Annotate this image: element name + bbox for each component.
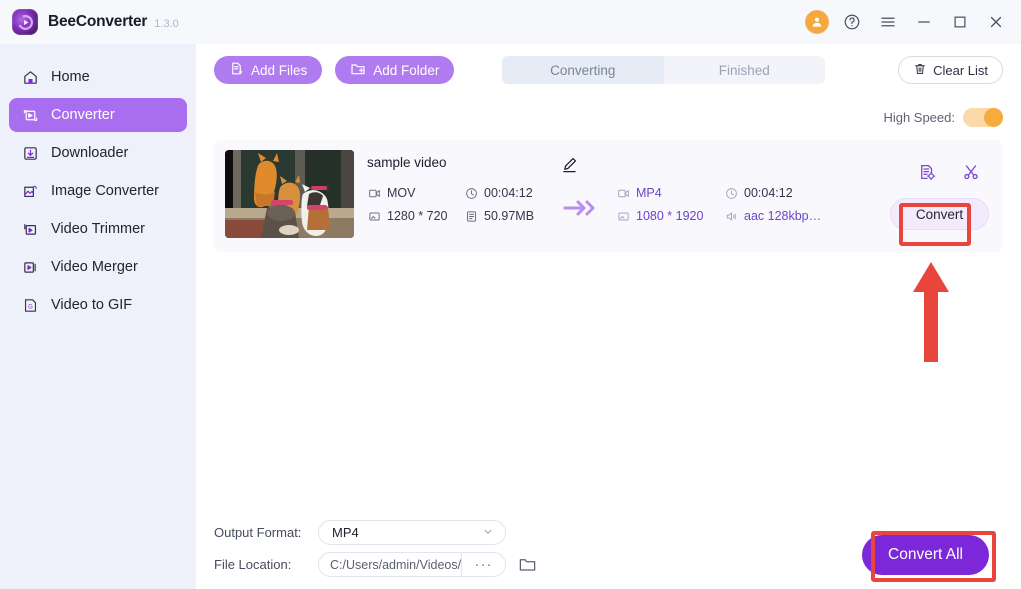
file-location-value: C:/Users/admin/Videos/: [319, 558, 461, 572]
app-version: 1.3.0: [154, 18, 178, 30]
resolution-icon: [367, 209, 381, 223]
file-location-label: File Location:: [214, 557, 308, 572]
trash-icon: [913, 62, 927, 79]
sidebar-item-home[interactable]: Home: [9, 60, 187, 94]
source-duration-value: 00:04:12: [484, 186, 533, 200]
output-format-selected-value: MP4: [332, 525, 359, 540]
file-name: sample video: [367, 155, 447, 170]
output-resolution: 1080 * 1920: [616, 209, 703, 223]
chevron-down-icon: [482, 525, 494, 540]
source-size: 50.97MB: [464, 209, 534, 223]
main-content: Add Files Add Folder Converting Finished: [196, 44, 1021, 589]
sidebar-item-label: Downloader: [51, 145, 128, 161]
app-window: BeeConverter 1.3.0: [0, 0, 1021, 589]
audio-icon: [724, 209, 738, 223]
clock-icon: [724, 186, 738, 200]
file-location-input[interactable]: C:/Users/admin/Videos/ ···: [318, 552, 506, 577]
card-action-icons: [917, 162, 981, 182]
sidebar-item-converter[interactable]: Converter: [9, 98, 187, 132]
menu-icon[interactable]: [875, 9, 901, 35]
source-format-value: MOV: [387, 186, 415, 200]
tab-converting[interactable]: Converting: [502, 56, 664, 84]
sidebar-item-label: Converter: [51, 107, 115, 123]
tab-finished[interactable]: Finished: [664, 56, 826, 84]
conversion-arrow-icon: [562, 198, 598, 218]
output-format-label: Output Format:: [214, 525, 308, 540]
sidebar-item-label: Image Converter: [51, 183, 159, 199]
source-format: MOV: [367, 186, 415, 200]
toggle-knob: [984, 108, 1003, 127]
file-location-row: File Location: C:/Users/admin/Videos/ ··…: [214, 552, 538, 577]
action-toolbar: Add Files Add Folder: [214, 56, 454, 84]
gif-icon: G: [21, 296, 40, 315]
clear-list-button[interactable]: Clear List: [898, 56, 1003, 84]
convert-button[interactable]: Convert: [890, 198, 989, 230]
source-size-value: 50.97MB: [484, 209, 534, 223]
add-files-button[interactable]: Add Files: [214, 56, 322, 84]
sidebar-item-downloader[interactable]: Downloader: [9, 136, 187, 170]
window-controls: [805, 9, 1009, 35]
sidebar-item-label: Video Trimmer: [51, 221, 145, 237]
pencil-icon[interactable]: [558, 153, 580, 175]
add-folder-icon: [350, 61, 366, 80]
sidebar-item-image-converter[interactable]: Image Converter: [9, 174, 187, 208]
sidebar: Home Converter Downloader: [0, 44, 196, 589]
sidebar-item-label: Video Merger: [51, 259, 138, 275]
merge-icon: [21, 258, 40, 277]
help-icon[interactable]: [839, 9, 865, 35]
resolution-icon: [616, 209, 630, 223]
file-size-icon: [464, 209, 478, 223]
app-logo-icon: [12, 9, 38, 35]
add-files-icon: [229, 61, 244, 79]
video-format-icon: [367, 186, 381, 200]
trim-icon: [21, 220, 40, 239]
scissors-icon[interactable]: [961, 162, 981, 182]
title-bar: BeeConverter 1.3.0: [0, 0, 1021, 44]
output-settings-bar: Output Format: MP4 File Location: C:/Use…: [214, 509, 1003, 589]
output-resolution-value: 1080 * 1920: [636, 209, 703, 223]
high-speed-label: High Speed:: [883, 110, 955, 125]
converter-icon: [21, 106, 40, 125]
user-avatar-icon[interactable]: [805, 10, 829, 34]
add-folder-label: Add Folder: [373, 63, 439, 78]
svg-text:G: G: [28, 304, 33, 310]
add-files-label: Add Files: [251, 63, 307, 78]
minimize-icon[interactable]: [911, 9, 937, 35]
output-format-value: MP4: [636, 186, 662, 200]
output-audio-value: aac 128kbp…: [744, 209, 821, 223]
settings-list-icon[interactable]: [917, 162, 937, 182]
output-format: MP4: [616, 186, 662, 200]
clear-list-label: Clear List: [933, 63, 988, 78]
convert-all-button[interactable]: Convert All: [862, 535, 989, 575]
app-title: BeeConverter: [48, 13, 147, 31]
output-audio: aac 128kbp…: [724, 209, 821, 223]
output-duration-value: 00:04:12: [744, 186, 793, 200]
close-icon[interactable]: [983, 9, 1009, 35]
sidebar-item-label: Home: [51, 69, 90, 85]
video-format-icon: [616, 186, 630, 200]
status-tabs: Converting Finished: [502, 56, 825, 84]
video-thumbnail[interactable]: [225, 150, 354, 238]
home-icon: [21, 68, 40, 87]
file-card: sample video MOV: [214, 140, 1003, 252]
source-resolution: 1280 * 720: [367, 209, 447, 223]
clock-icon: [464, 186, 478, 200]
sidebar-item-video-to-gif[interactable]: G Video to GIF: [9, 288, 187, 322]
sidebar-item-label: Video to GIF: [51, 297, 132, 313]
add-folder-button[interactable]: Add Folder: [335, 56, 454, 84]
browse-dots-button[interactable]: ···: [461, 553, 505, 576]
sidebar-item-video-merger[interactable]: Video Merger: [9, 250, 187, 284]
output-format-row: Output Format: MP4: [214, 520, 506, 545]
high-speed-toggle[interactable]: [963, 108, 1003, 127]
output-duration: 00:04:12: [724, 186, 793, 200]
output-format-select[interactable]: MP4: [318, 520, 506, 545]
maximize-icon[interactable]: [947, 9, 973, 35]
folder-icon[interactable]: [516, 554, 538, 576]
source-resolution-value: 1280 * 720: [387, 209, 447, 223]
download-icon: [21, 144, 40, 163]
high-speed-control: High Speed:: [883, 108, 1003, 127]
image-icon: [21, 182, 40, 201]
sidebar-item-video-trimmer[interactable]: Video Trimmer: [9, 212, 187, 246]
source-duration: 00:04:12: [464, 186, 533, 200]
